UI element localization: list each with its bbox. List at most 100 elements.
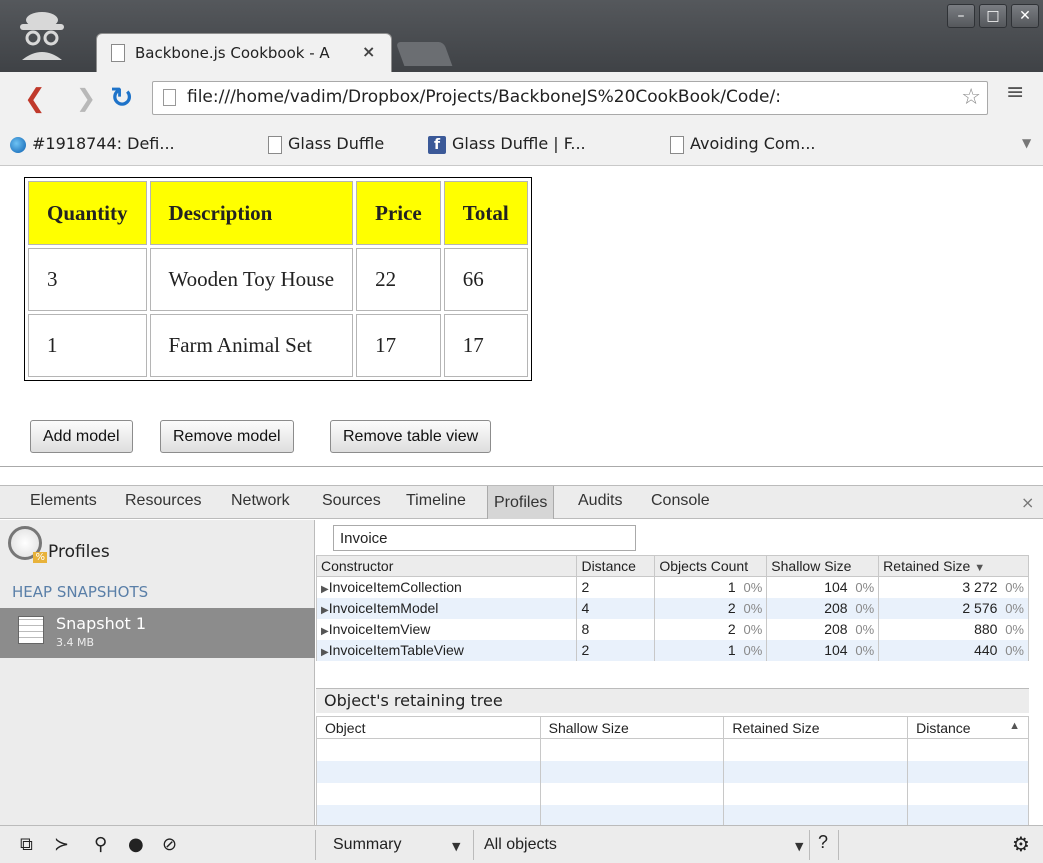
retaining-tree-header[interactable]: Object's retaining tree [316,688,1029,713]
expand-triangle-icon[interactable]: ▶ [321,626,329,637]
tab-sources[interactable]: Sources [322,492,381,510]
distance-cell: 4 [576,597,656,619]
profiles-sidebar: Profiles HEAP SNAPSHOTS Snapshot 1 3.4 M… [0,520,315,825]
cell-total: 17 [443,314,528,377]
distance-cell: 2 [576,576,656,598]
count-cell: 2 0% [654,618,768,640]
new-tab-button[interactable] [395,42,453,66]
address-bar[interactable]: file:///home/vadim/Dropbox/Projects/Back… [152,81,988,115]
add-model-button[interactable]: Add model [30,420,133,453]
snapshot-name: Snapshot 1 [56,614,147,633]
col-retained-size[interactable]: Retained Size ▼ [878,555,1029,577]
forward-button[interactable]: ❯ [76,84,96,112]
tab-backbone-cookbook[interactable]: Backbone.js Cookbook - A × [96,33,392,73]
remove-table-view-button[interactable]: Remove table view [330,420,492,453]
col-distance[interactable]: Distance ▲ [907,716,1029,739]
col-constructor[interactable]: Constructor [315,555,578,577]
shallow-cell: 104 0% [766,639,880,661]
settings-gear-icon[interactable]: ⚙ [1012,832,1030,856]
retained-cell: 880 0% [878,618,1029,640]
record-icon[interactable]: ● [128,834,144,855]
col-retained-size[interactable]: Retained Size [723,716,909,739]
retained-cell: 3 272 0% [878,576,1029,598]
col-distance[interactable]: Distance [576,555,656,577]
cell-price: 22 [356,248,441,311]
tab-audits[interactable]: Audits [578,492,622,510]
minimize-button[interactable]: – [947,4,975,28]
col-object[interactable]: Object [316,716,541,739]
cell-quantity: 1 [28,314,147,377]
shallow-cell: 104 0% [766,576,880,598]
clear-icon[interactable]: ⊘ [162,834,177,855]
table-row [316,738,1029,761]
col-shallow-size[interactable]: Shallow Size [539,716,725,739]
count-cell: 1 0% [654,576,768,598]
shallow-cell: 208 0% [766,618,880,640]
invoice-table: Quantity Description Price Total 3 Woode… [24,177,532,381]
bookmark-item[interactable]: Avoiding Com... [670,134,816,154]
tab-timeline[interactable]: Timeline [406,492,466,510]
heap-snapshot-view: Constructor Distance Objects Count Shall… [315,520,1043,827]
snapshot-icon [18,616,44,644]
table-row[interactable]: ▶InvoiceItemCollection 2 1 0% 104 0% 3 272 0… [315,576,1029,598]
bookmark-item[interactable]: Glass Duffle [268,134,384,154]
table-row[interactable]: ▶InvoiceItemView 8 2 0% 208 0% 880 0% [315,618,1029,640]
maximize-button[interactable]: □ [979,4,1007,28]
cell-total: 66 [443,248,528,311]
tab-console[interactable]: Console [651,492,710,510]
reload-button[interactable]: ↻ [110,81,133,114]
page-icon [670,135,684,154]
tab-close-button[interactable]: × [362,42,375,61]
shallow-cell: 208 0% [766,597,880,619]
close-window-button[interactable]: ✕ [1011,4,1039,28]
page-icon [163,89,176,106]
table-row [316,782,1029,805]
expand-triangle-icon[interactable]: ▶ [321,605,329,616]
col-objects-count[interactable]: Objects Count [654,555,768,577]
help-button[interactable]: ? [818,832,828,853]
table-row [316,804,1029,827]
bookmarks-overflow-icon[interactable]: ▼ [1022,136,1031,150]
console-drawer-icon[interactable]: ≻ [54,834,69,855]
chevron-down-icon[interactable]: ▼ [452,840,460,853]
bookmark-star-icon[interactable]: ☆ [961,85,981,110]
page-icon [111,44,125,62]
back-button[interactable]: ❮ [24,84,46,114]
snapshot-size: 3.4 MB [56,636,95,649]
tab-resources[interactable]: Resources [125,492,201,510]
class-filter-input[interactable] [333,525,636,551]
sort-desc-icon: ▼ [974,562,986,574]
col-quantity: Quantity [28,181,147,245]
devtools-close-button[interactable]: × [1021,493,1034,512]
tab-elements[interactable]: Elements [30,492,97,510]
view-select[interactable]: Summary [333,836,401,854]
snapshot-item[interactable]: Snapshot 1 3.4 MB [0,608,315,658]
heap-snapshots-header: HEAP SNAPSHOTS [12,583,149,601]
tab-network[interactable]: Network [231,492,290,510]
menu-icon[interactable]: ≡ [1006,80,1024,105]
constructor-name: ▶InvoiceItemCollection [315,576,578,598]
remove-model-button[interactable]: Remove model [160,420,294,453]
filter-select[interactable]: All objects [484,836,557,854]
devtools-tabbar: Elements Resources Network Sources Timel… [0,485,1043,519]
firefox-icon [10,136,26,153]
bookmark-item[interactable]: f Glass Duffle | F... [428,134,586,154]
grid-header-row: Object Shallow Size Retained Size Distan… [316,716,1029,739]
facebook-icon: f [428,135,446,154]
expand-triangle-icon[interactable]: ▶ [321,647,329,658]
col-price: Price [356,181,441,245]
sort-asc-icon: ▲ [1009,719,1020,732]
dock-icon[interactable]: ⧉ [20,834,33,855]
cell-description: Farm Animal Set [149,314,354,377]
grid-header-row: Constructor Distance Objects Count Shall… [315,555,1029,577]
table-row[interactable]: ▶InvoiceItemTableView 2 1 0% 104 0% 440 0% [315,639,1029,661]
search-icon[interactable]: ⚲ [94,834,107,855]
table-row[interactable]: ▶InvoiceItemModel 4 2 0% 208 0% 2 576 0% [315,597,1029,619]
bookmark-item[interactable]: #1918744: Defi... [10,134,175,153]
expand-triangle-icon[interactable]: ▶ [321,584,329,595]
chevron-down-icon[interactable]: ▼ [795,840,803,853]
tab-profiles[interactable]: Profiles [487,486,555,519]
col-shallow-size[interactable]: Shallow Size [766,555,880,577]
constructor-name: ▶InvoiceItemView [315,618,578,640]
url-text[interactable]: file:///home/vadim/Dropbox/Projects/Back… [187,87,947,107]
